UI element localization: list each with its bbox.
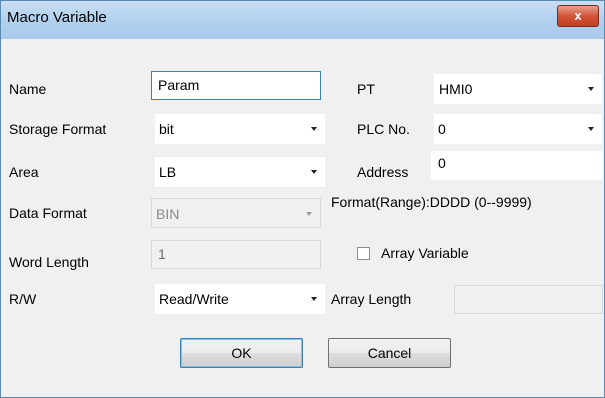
storage-format-value: bit xyxy=(159,121,174,137)
chevron-down-icon xyxy=(582,79,600,97)
close-button[interactable]: x xyxy=(557,5,599,27)
array-length-field[interactable] xyxy=(454,285,603,314)
plc-no-value: 0 xyxy=(438,121,446,137)
address-value: 0 xyxy=(438,155,446,171)
name-label: Name xyxy=(9,81,47,97)
chevron-down-icon xyxy=(305,289,323,307)
close-icon: x xyxy=(574,8,582,23)
chevron-down-icon xyxy=(582,119,600,137)
plc-no-label: PLC No. xyxy=(357,121,410,137)
area-select[interactable]: LB xyxy=(155,157,325,187)
address-field[interactable]: 0 xyxy=(431,151,603,180)
storage-format-label: Storage Format xyxy=(9,121,107,137)
address-label: Address xyxy=(357,164,409,180)
pt-value: HMI0 xyxy=(439,81,473,97)
array-variable-label: Array Variable xyxy=(381,245,469,261)
cancel-button[interactable]: Cancel xyxy=(328,338,451,368)
storage-format-select[interactable]: bit xyxy=(155,114,325,144)
chevron-down-icon xyxy=(305,119,323,137)
array-length-label: Array Length xyxy=(331,291,412,307)
word-length-field[interactable]: 1 xyxy=(151,240,321,269)
chevron-down-icon xyxy=(305,162,323,180)
name-field[interactable]: Param xyxy=(151,71,321,100)
data-format-value: BIN xyxy=(156,206,180,222)
word-length-value: 1 xyxy=(158,246,166,262)
rw-value: Read/Write xyxy=(159,291,229,307)
ok-button[interactable]: OK xyxy=(180,338,303,368)
area-label: Area xyxy=(9,164,39,180)
word-length-label: Word Length xyxy=(9,254,89,270)
rw-select[interactable]: Read/Write xyxy=(155,284,325,314)
chevron-down-icon xyxy=(300,204,318,222)
pt-select[interactable]: HMI0 xyxy=(434,74,602,104)
dialog-title: Macro Variable xyxy=(7,9,107,26)
data-format-select[interactable]: BIN xyxy=(151,198,321,228)
rw-label: R/W xyxy=(9,291,37,307)
area-value: LB xyxy=(159,164,177,180)
plc-no-select[interactable]: 0 xyxy=(434,114,602,144)
data-format-label: Data Format xyxy=(9,205,87,221)
macro-variable-dialog: Macro Variable x Name Param Storage Form… xyxy=(0,0,605,398)
name-value: Param xyxy=(158,77,200,93)
title-bar: Macro Variable x xyxy=(1,1,604,39)
pt-label: PT xyxy=(357,81,375,97)
format-range-text: Format(Range):DDDD (0--9999) xyxy=(331,194,532,210)
array-variable-checkbox[interactable] xyxy=(357,247,370,260)
